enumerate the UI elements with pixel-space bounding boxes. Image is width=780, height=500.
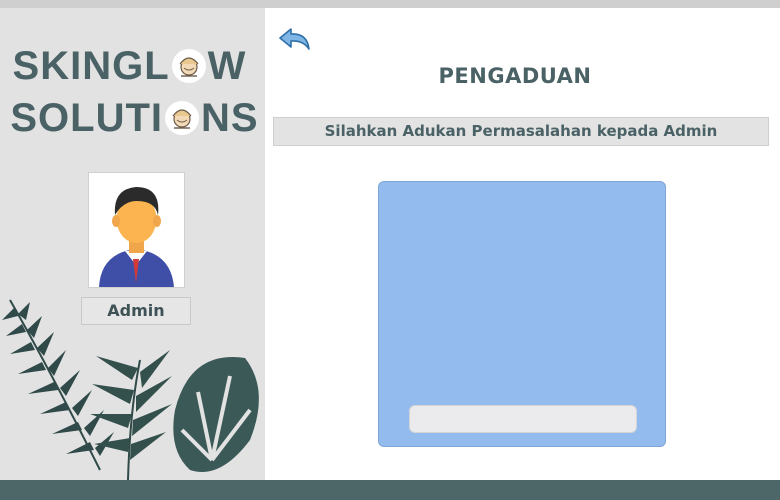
back-arrow-icon — [279, 28, 310, 50]
user-avatar-icon — [99, 187, 174, 287]
user-label: Admin — [81, 297, 191, 325]
page-title: PENGADUAN — [438, 64, 592, 88]
brand-line-1: SKINGL W — [0, 44, 262, 89]
avatar — [88, 172, 185, 288]
footer-bar — [0, 480, 780, 500]
brand-line-1-post: W — [207, 44, 247, 88]
brand-line-1-pre: SKINGL — [12, 44, 170, 88]
back-button[interactable] — [277, 25, 313, 53]
complaint-input[interactable] — [409, 405, 637, 433]
sidebar: SKINGL W SOLUTI NS Admin — [0, 8, 265, 480]
brand-line-2-post: NS — [201, 96, 259, 140]
top-strip — [0, 0, 780, 8]
brand-line-2: SOLUTI NS — [2, 96, 265, 141]
skincare-face-icon — [171, 49, 206, 83]
brand-line-2-pre: SOLUTI — [10, 96, 164, 140]
page-subtitle: Silahkan Adukan Permasalahan kepada Admi… — [273, 117, 769, 146]
skincare-face-icon — [165, 101, 200, 135]
